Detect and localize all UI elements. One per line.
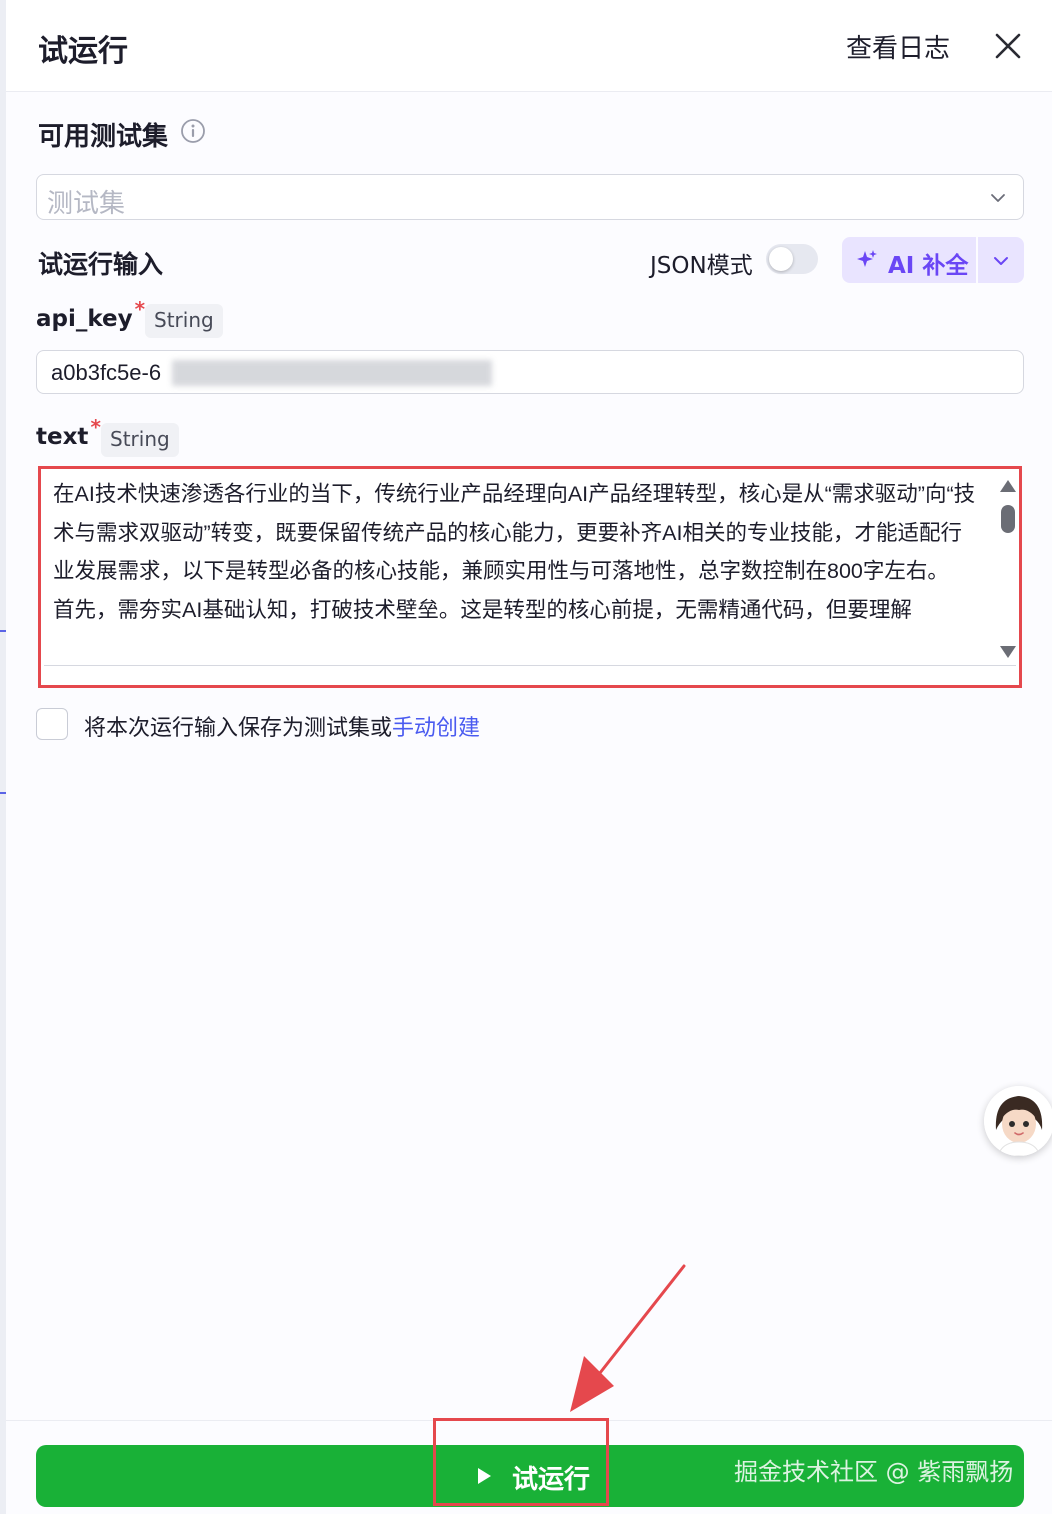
field-label-text: text * [36,415,101,450]
ai-complete-button[interactable]: AI 补全 [842,237,976,283]
testset-select[interactable]: 测试集 [36,174,1024,220]
panel-title: 试运行 [38,34,128,69]
toggle-knob [769,247,793,271]
testset-label: 可用测试集 [38,122,169,152]
text-paragraph: 在AI技术快速渗透各行业的当下，传统行业产品经理向AI产品经理转型，核心是从“需… [53,482,976,583]
chevron-down-icon [994,257,1008,265]
scrollbar-thumb[interactable] [1001,505,1015,533]
sparkle-icon [857,250,877,267]
testset-placeholder: 测试集 [47,189,126,219]
ai-complete-dropdown[interactable] [978,237,1024,283]
field-name: text [36,424,89,450]
ai-complete-label: AI 补全 [888,253,969,279]
save-testset-text: 将本次运行输入保存为测试集或手动创建 [84,710,480,742]
field-label-api-key: api_key * [36,297,145,332]
inputs-label: 试运行输入 [38,250,164,279]
field-name: api_key [36,306,133,332]
required-mark: * [134,297,146,321]
watermark: 掘金技术社区 @ 紫雨飘扬 [734,1458,1014,1486]
scroll-down-arrow-icon[interactable] [999,645,1017,659]
annotation-highlight-box [433,1418,609,1506]
assistant-avatar[interactable] [984,1086,1052,1156]
info-icon[interactable] [180,118,206,144]
json-mode-toggle[interactable] [766,244,818,274]
save-testset-checkbox[interactable] [36,708,68,740]
redaction-blur [172,360,492,386]
required-mark: * [90,415,101,439]
annotation-arrow-icon [570,1264,686,1412]
input-inner-border [44,665,1016,666]
text-content: 在AI技术快速渗透各行业的当下，传统行业产品经理向AI产品经理转型，核心是从“需… [53,475,983,665]
api-key-value: a0b3fc5e-6 [51,360,162,385]
scroll-up-arrow-icon[interactable] [999,479,1017,493]
close-icon[interactable] [992,30,1024,62]
type-tag: String [145,304,223,338]
json-mode-label: JSON模式 [650,253,753,279]
panel-header: 试运行 查看日志 [6,0,1052,92]
view-log-button[interactable]: 查看日志 [846,28,950,65]
text-paragraph: 首先，需夯实AI基础认知，打破技术壁垒。这是转型的核心前提，无需精通代码，但要理… [53,597,912,622]
save-testset-label: 将本次运行输入保存为测试集或 [84,716,393,741]
test-run-panel: 试运行 查看日志 可用测试集 测试集 试运行输入 JSON模式 AI 补全 ap… [6,0,1052,1514]
manual-create-link[interactable]: 手动创建 [392,716,480,741]
text-input-area[interactable]: 在AI技术快速渗透各行业的当下，传统行业产品经理向AI产品经理转型，核心是从“需… [38,466,1022,688]
type-tag: String [101,423,179,457]
chevron-down-icon [991,194,1005,202]
